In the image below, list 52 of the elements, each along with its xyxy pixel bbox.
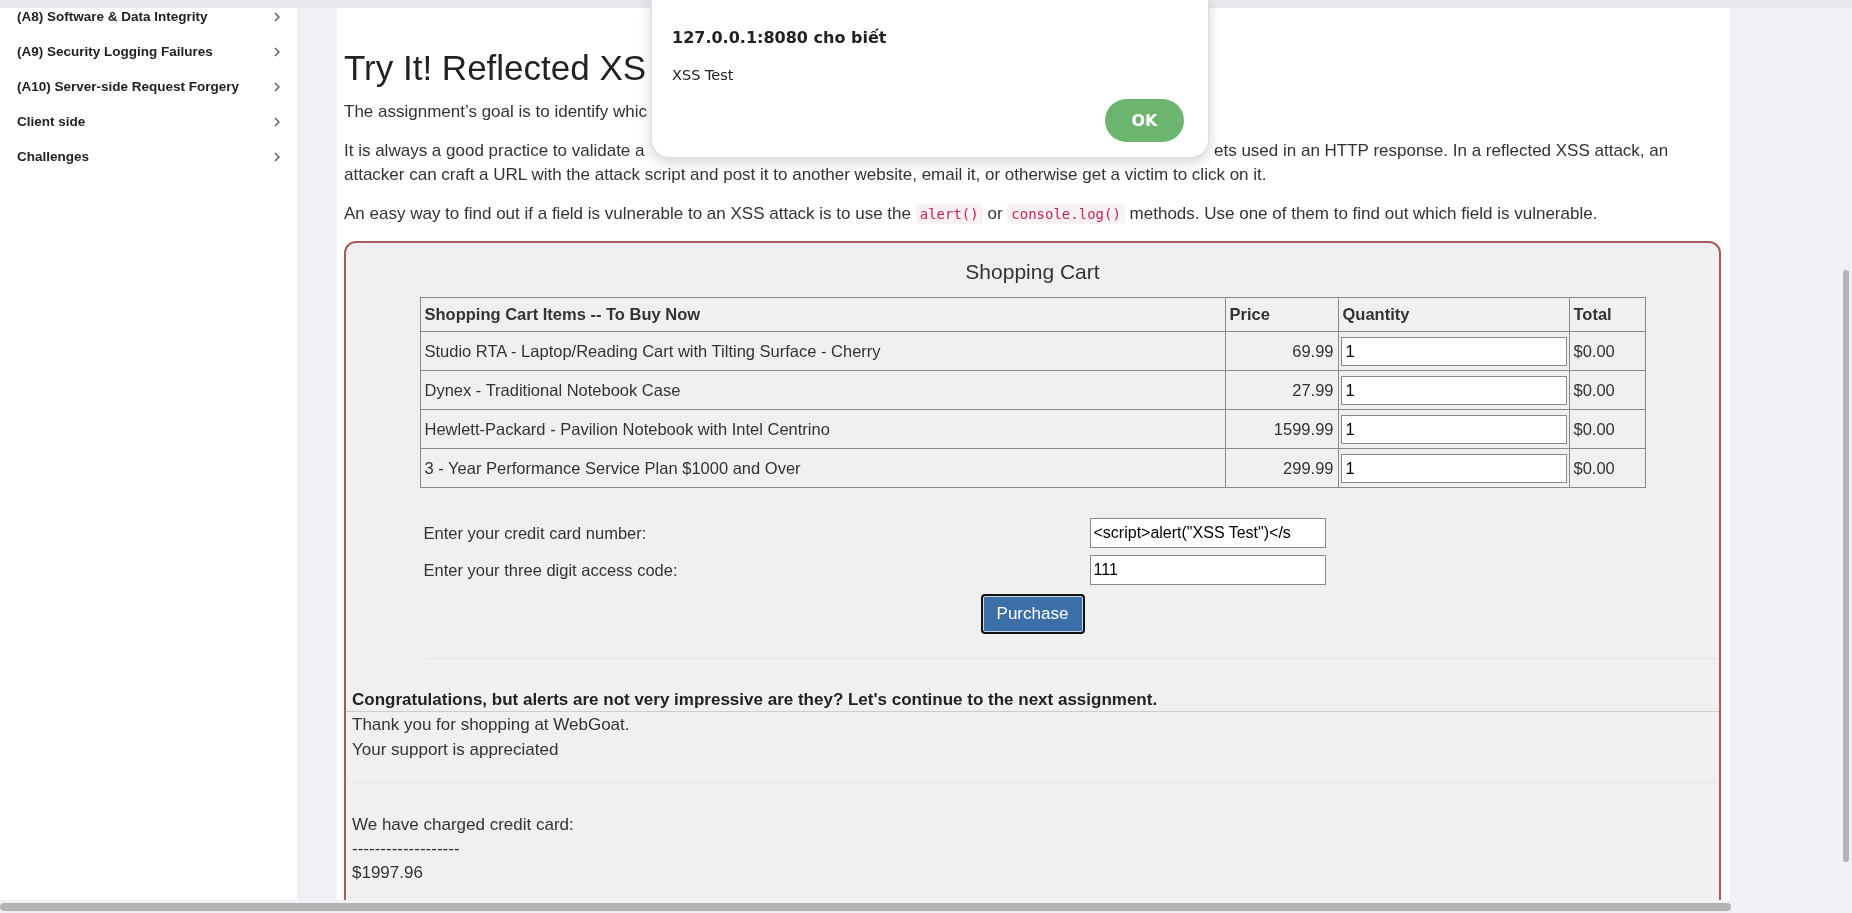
input-field[interactable]: <script>alert("XSS Test")</s <box>1089 518 1326 548</box>
lesson-heading: Try It! Reflected XS <box>344 47 647 89</box>
table-cell: 299.99 <box>1225 448 1338 488</box>
sidebar-item[interactable]: Challenges <box>17 139 280 174</box>
cart-title: Shopping Cart <box>964 259 1101 285</box>
dialog-message: XSS Test <box>672 67 735 83</box>
quantity-field[interactable]: 1 <box>1340 375 1567 405</box>
output-text: $1997.96 <box>352 862 424 884</box>
input-field[interactable]: 111 <box>1089 555 1326 585</box>
chevron-right-icon <box>274 11 280 22</box>
sidebar-item[interactable]: (A9) Security Logging Failures <box>17 34 280 69</box>
purchase-button[interactable]: Purchase <box>980 594 1085 634</box>
quantity-field[interactable]: 1 <box>1340 414 1567 444</box>
table-cell: Dynex - Traditional Notebook Case <box>420 370 1225 410</box>
output-text: We have charged credit card: <box>352 814 575 836</box>
field-label: Enter your three digit access code: <box>422 560 679 580</box>
sidebar-item[interactable]: (A10) Server-side Request Forgery <box>17 69 280 104</box>
sidebar-item[interactable]: (A8) Software & Data Integrity <box>17 8 280 34</box>
instruction-text: An easy way to find out if a field is vulnerable to an XSS attack is to use the alert() or console.log() methods. Use one of them to find out which field is vulnerable. <box>344 203 1599 226</box>
column-header: Price <box>1225 297 1338 332</box>
table-cell: 3 - Year Performance Service Plan $1000 and Over <box>420 448 1225 488</box>
table-cell: $0.00 <box>1569 409 1645 449</box>
scrollbar[interactable] <box>0 902 1731 911</box>
table-cell: 1599.99 <box>1225 409 1338 449</box>
quantity-field[interactable]: 1 <box>1340 453 1567 483</box>
table-cell: $0.00 <box>1569 448 1645 488</box>
chevron-right-icon <box>274 46 280 57</box>
message-text: Thank you for shopping at WebGoat. <box>352 714 631 736</box>
lesson-text: attacker can craft a URL with the attack script and post it to another website, email it, or otherwise get a victim to click on it. <box>344 164 1268 186</box>
table-cell: $0.00 <box>1569 370 1645 410</box>
dialog-title: 127.0.0.1:8080 cho biết <box>672 28 888 47</box>
quantity-field[interactable]: 1 <box>1340 336 1567 366</box>
output-text: ------------------- <box>352 838 461 860</box>
table-cell: Studio RTA - Laptop/Reading Cart with Tilting Surface - Cherry <box>420 331 1225 371</box>
lesson-text: ets used in an HTTP response. In a reflected XSS attack, an <box>1214 140 1670 162</box>
table-cell: 27.99 <box>1225 370 1338 410</box>
chevron-right-icon <box>274 81 280 92</box>
column-header: Total <box>1569 297 1645 332</box>
lesson-text: It is always a good practice to validate a <box>344 140 646 162</box>
scrollbar[interactable] <box>1843 270 1849 862</box>
sidebar-item[interactable]: Client side <box>17 104 280 139</box>
table-cell: $0.00 <box>1569 331 1645 371</box>
chevron-right-icon <box>274 151 280 162</box>
field-label: Enter your credit card number: <box>422 523 648 543</box>
lesson-text: The assignment’s goal is to identify whic <box>344 101 647 123</box>
chevron-right-icon <box>274 116 280 127</box>
message-text: Your support is appreciated <box>352 739 560 761</box>
table-cell: Hewlett-Packard - Pavilion Notebook with Intel Centrino <box>420 409 1225 449</box>
column-header: Shopping Cart Items -- To Buy Now <box>420 297 1225 332</box>
table-cell: 69.99 <box>1225 331 1338 371</box>
column-header: Quantity <box>1338 297 1569 332</box>
feedback-text: Congratulations, but alerts are not very impressive are they? Let's continue to the next assignment. <box>346 689 1719 712</box>
